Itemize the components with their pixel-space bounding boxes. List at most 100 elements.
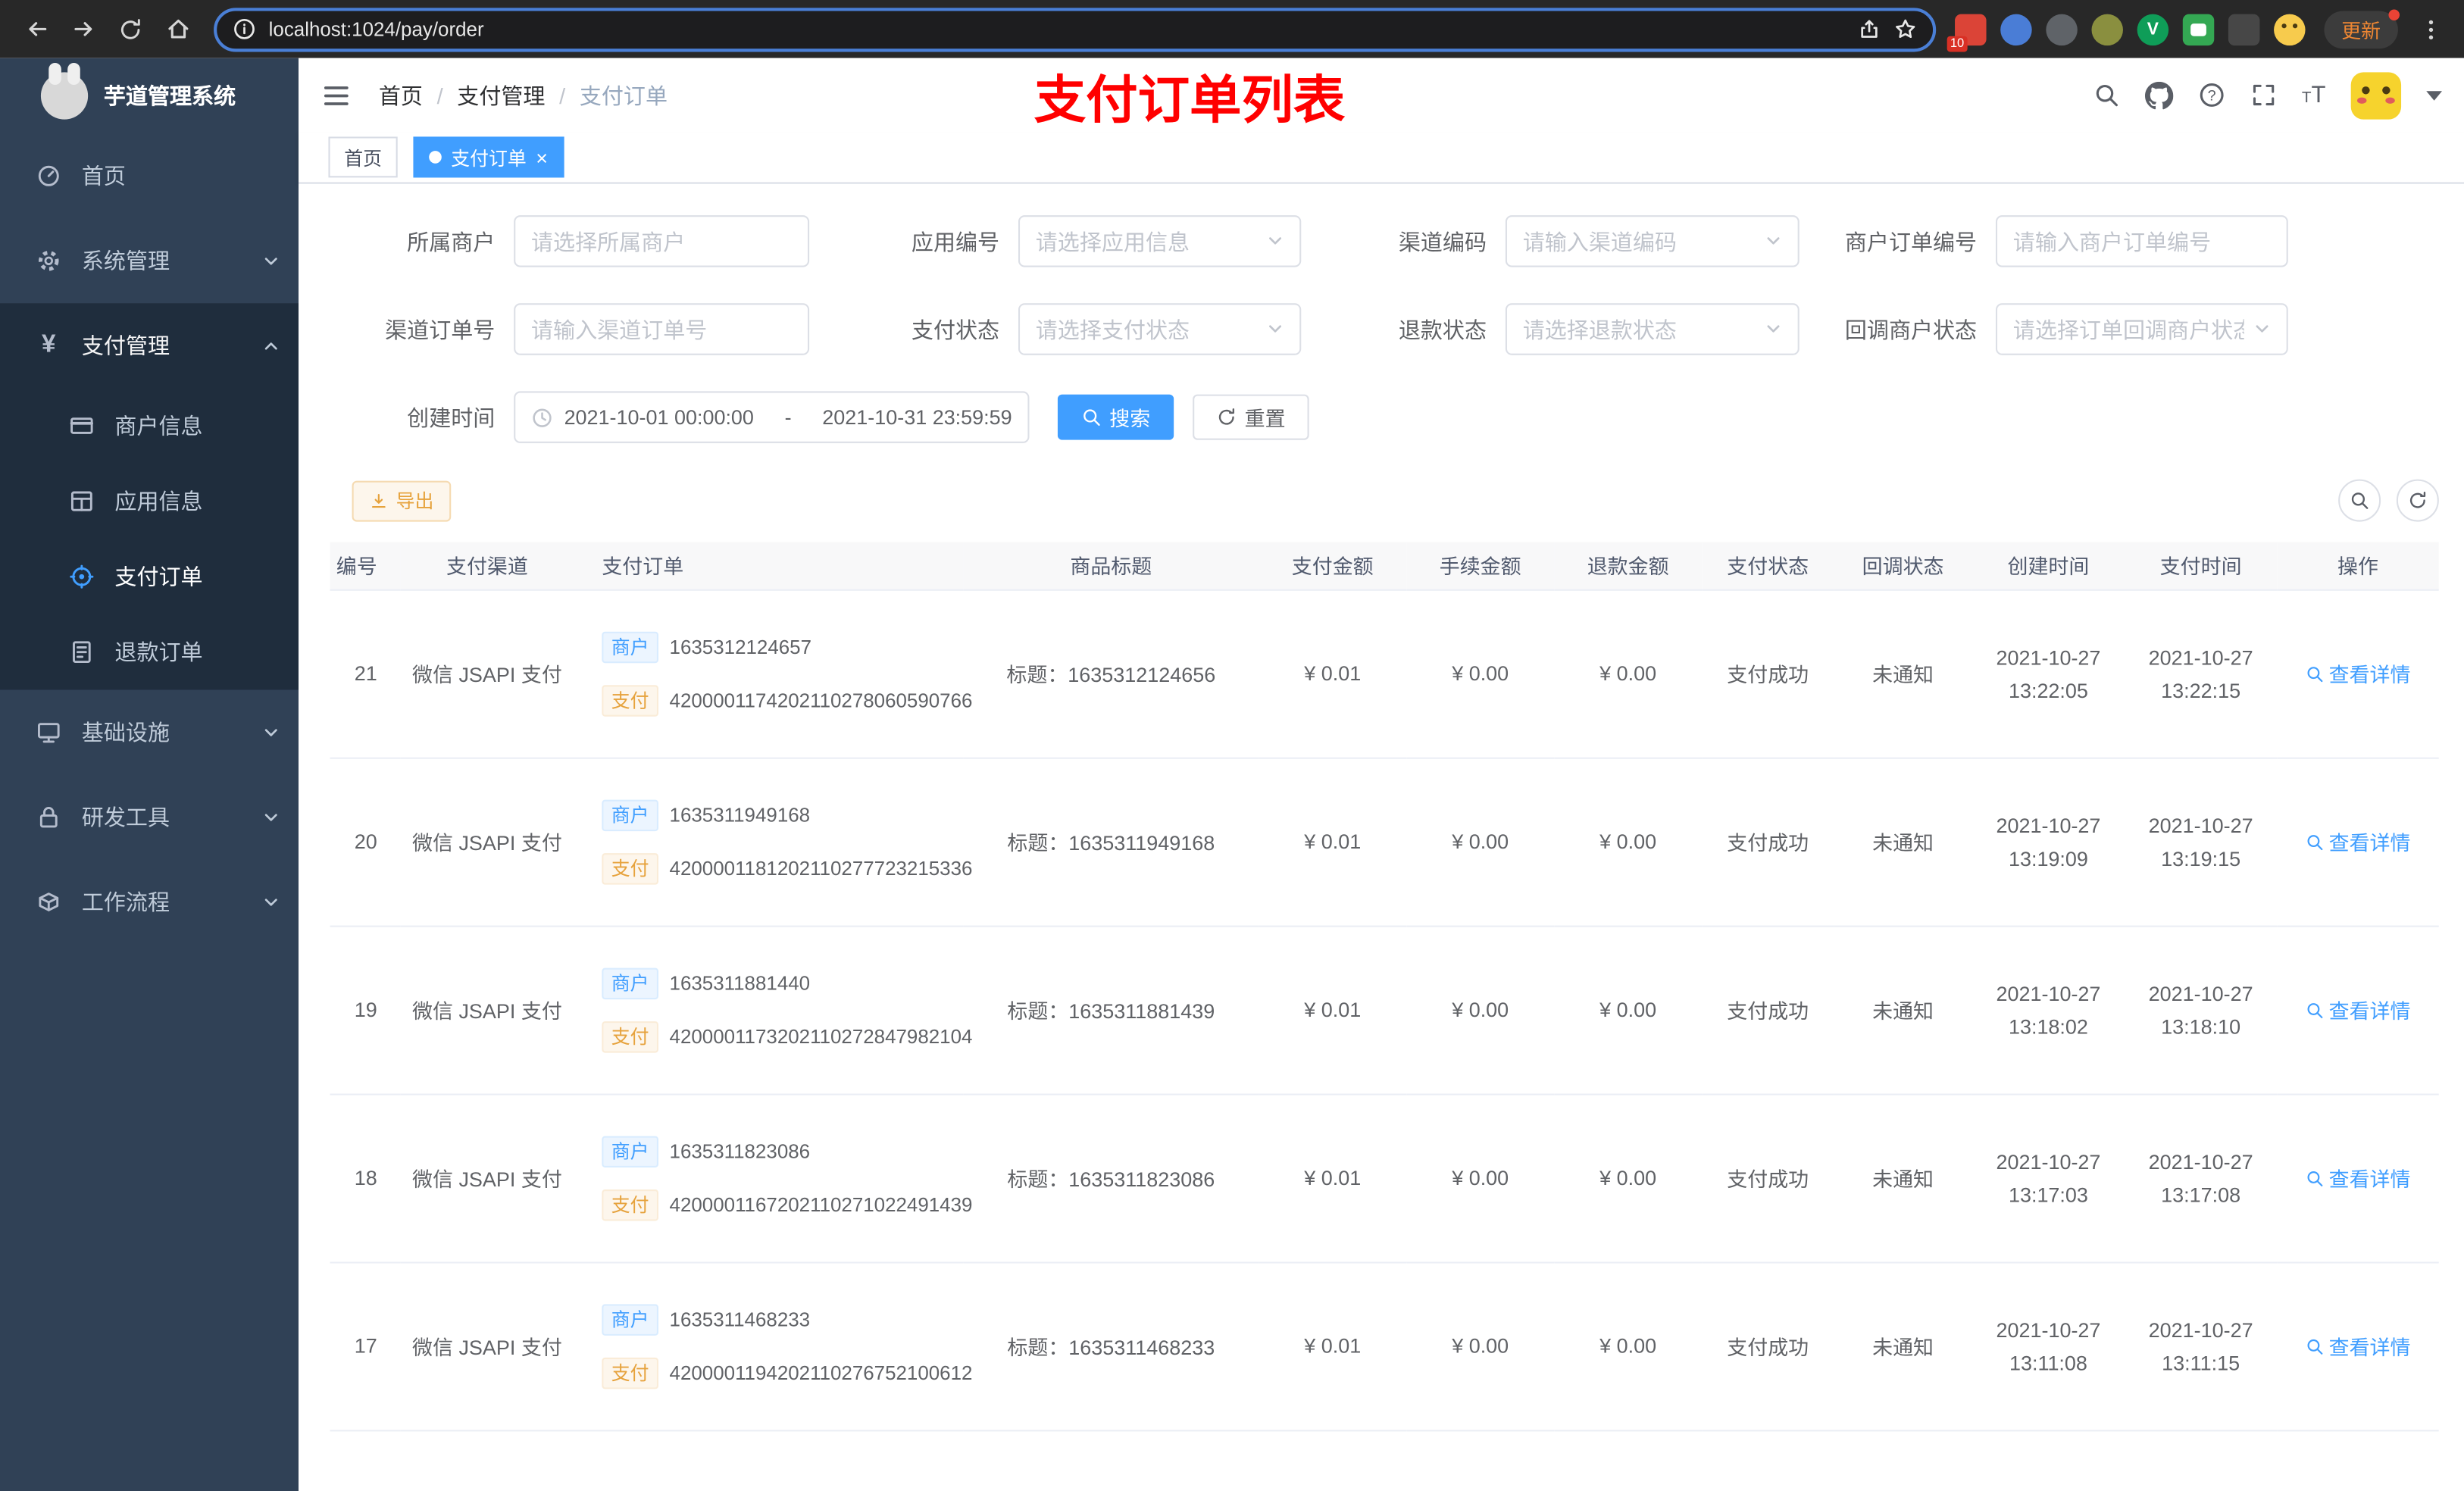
cell-amount: ¥ 0.01 xyxy=(1259,925,1407,1095)
cell-title: 标题：1635311949168 xyxy=(963,757,1259,927)
font-size-icon[interactable]: TT xyxy=(2302,83,2326,107)
sidebar-item-pay-order[interactable]: 支付订单 xyxy=(0,539,299,614)
toggle-search-button[interactable] xyxy=(2338,479,2381,522)
extension-icon[interactable]: V xyxy=(2137,13,2169,45)
view-detail-link[interactable]: 查看详情 xyxy=(2306,1331,2411,1361)
sidebar-item-refund-order[interactable]: 退款订单 xyxy=(0,614,299,690)
channel-code-select[interactable]: 请输入渠道编码 xyxy=(1505,215,1800,267)
cell-id: 17 xyxy=(330,1261,401,1431)
table-row: 20 微信 JSAPI 支付 商户 1635311949168 支付 4200001… xyxy=(330,757,2439,927)
back-icon[interactable] xyxy=(13,5,60,52)
sidebar-item-infra[interactable]: 基础设施 xyxy=(0,689,299,774)
cell-id xyxy=(330,1430,401,1491)
sidebar-item-devtools[interactable]: 研发工具 xyxy=(0,774,299,859)
share-icon[interactable] xyxy=(1857,17,1881,41)
user-avatar[interactable] xyxy=(2350,71,2402,119)
pay-order-no: 4200001181202110277723215336 xyxy=(669,857,973,880)
search-button[interactable]: 搜索 xyxy=(1057,394,1174,440)
sidebar-item-merchant-info[interactable]: 商户信息 xyxy=(0,388,299,464)
cell-channel: 微信 JSAPI 支付 xyxy=(400,757,574,927)
reload-icon[interactable] xyxy=(107,5,154,52)
tab-pay-order[interactable]: 支付订单 × xyxy=(413,136,564,178)
breadcrumb-item[interactable]: 首页 xyxy=(379,80,423,111)
date-end: 2021-10-31 23:59:59 xyxy=(822,405,1012,430)
date-start: 2021-10-01 00:00:00 xyxy=(564,405,754,430)
cell-amount: ¥ 0.01 xyxy=(1259,757,1407,927)
extension-icon[interactable] xyxy=(2046,13,2078,45)
pay-status-select[interactable]: 请选择支付状态 xyxy=(1018,303,1302,355)
merchant-order-no-field[interactable] xyxy=(1995,215,2288,267)
cell-title: 标题：1635311468233 xyxy=(963,1261,1259,1431)
github-icon[interactable] xyxy=(2144,80,2173,109)
cell-pay-order: 商户 1635311468233 支付 4200001194202110276752… xyxy=(574,1261,972,1431)
extension-icon[interactable] xyxy=(2182,13,2215,45)
refresh-table-button[interactable] xyxy=(2396,479,2439,522)
app-logo[interactable]: 芋道管理系统 xyxy=(0,58,299,134)
refund-status-select[interactable]: 请选择退款状态 xyxy=(1505,303,1800,355)
home-icon[interactable] xyxy=(154,5,201,52)
tags-view-bar: 首页 支付订单 × xyxy=(299,132,2464,184)
export-button[interactable]: 导出 xyxy=(352,480,452,521)
pay-order-no: 4200001173202110272847982104 xyxy=(669,1025,973,1048)
filter-label: 回调商户状态 xyxy=(1844,316,1978,342)
callback-status-select[interactable]: 请选择订单回调商户状态 xyxy=(1995,303,2288,355)
logo-avatar xyxy=(40,62,89,120)
view-detail-link[interactable]: 查看详情 xyxy=(2306,658,2411,688)
view-detail-link[interactable]: 查看详情 xyxy=(2306,827,2411,856)
fullscreen-icon[interactable] xyxy=(2250,82,2276,108)
chevron-down-icon xyxy=(1267,320,1284,338)
help-icon[interactable]: ? xyxy=(2198,82,2225,108)
sidebar-item-system[interactable]: 系统管理 xyxy=(0,218,299,303)
monitor-icon xyxy=(35,720,63,745)
table-header-row: 编号 支付渠道 支付订单 商品标题 支付金额 手续金额 退款金额 支付状态 回调… xyxy=(330,542,2439,590)
merchant-input[interactable] xyxy=(531,228,793,254)
merchant-tag: 商户 xyxy=(602,967,659,999)
table-row: 17 微信 JSAPI 支付 商户 1635311468233 支付 4200001… xyxy=(330,1261,2439,1431)
tab-home[interactable]: 首页 xyxy=(328,136,398,178)
channel-order-no-field[interactable] xyxy=(514,303,810,355)
merchant-tag: 商户 xyxy=(602,1303,659,1335)
sidebar-label: 退款订单 xyxy=(114,639,203,665)
forward-icon[interactable] xyxy=(60,5,107,52)
address-bar[interactable]: localhost:1024/pay/order xyxy=(214,7,1937,52)
sidebar-item-app-info[interactable]: 应用信息 xyxy=(0,464,299,539)
column-header: 商品标题 xyxy=(963,542,1259,590)
hamburger-icon[interactable] xyxy=(299,81,366,109)
sidebar-item-home[interactable]: 首页 xyxy=(0,133,299,218)
dashboard-icon xyxy=(35,164,63,189)
table-toolbar: 导出 xyxy=(330,479,2439,522)
filter-label: 退款状态 xyxy=(1398,316,1487,342)
sidebar-item-payment[interactable]: ¥ 支付管理 xyxy=(0,303,299,388)
extension-icon[interactable] xyxy=(2274,13,2306,45)
channel-order-no-input[interactable] xyxy=(531,316,793,342)
cell-fee: ¥ 0.00 xyxy=(1406,1093,1555,1263)
view-detail-link[interactable]: 查看详情 xyxy=(2306,1163,2411,1192)
gear-icon xyxy=(35,248,63,274)
extension-icon[interactable] xyxy=(2228,13,2260,45)
cell-create-time: 2021-10-27 13:22:05 xyxy=(1972,589,2125,758)
bookmark-star-icon[interactable] xyxy=(1893,17,1917,41)
merchant-order-no-input[interactable] xyxy=(2012,228,2271,254)
cell-id: 20 xyxy=(330,757,401,927)
grid-icon xyxy=(67,489,95,514)
browser-menu-icon[interactable] xyxy=(2407,5,2454,52)
reset-button[interactable]: 重置 xyxy=(1193,394,1309,440)
create-time-range-picker[interactable]: 2021-10-01 00:00:00 - 2021-10-31 23:59:5… xyxy=(514,391,1030,443)
sidebar-item-workflow[interactable]: 工作流程 xyxy=(0,859,299,944)
extension-icon[interactable] xyxy=(2000,13,2032,45)
cell-channel: 微信 JSAPI 支付 xyxy=(400,589,574,758)
extension-icon[interactable]: 10 xyxy=(1946,13,1987,52)
site-info-icon[interactable] xyxy=(233,17,256,41)
app-no-select[interactable]: 请选择应用信息 xyxy=(1018,215,1302,267)
extension-icon[interactable] xyxy=(2091,13,2123,45)
caret-down-icon[interactable] xyxy=(2426,90,2442,100)
close-icon[interactable]: × xyxy=(536,147,548,167)
view-detail-link[interactable]: 查看详情 xyxy=(2306,995,2411,1024)
filter-row: 创建时间 2021-10-01 00:00:00 - 2021-10-31 23… xyxy=(330,391,2439,443)
breadcrumb-item[interactable]: 支付管理 xyxy=(457,80,545,111)
sidebar: 芋道管理系统 首页 系统管理 ¥ 支付管理 商户信息 应用信息 支付订单 退款订… xyxy=(0,58,299,1491)
merchant-select[interactable] xyxy=(514,215,810,267)
update-button[interactable]: 更新 xyxy=(2324,8,2400,48)
cell-pay-time: 2021-10-27 13:22:15 xyxy=(2125,589,2278,758)
search-icon[interactable] xyxy=(2093,82,2119,108)
